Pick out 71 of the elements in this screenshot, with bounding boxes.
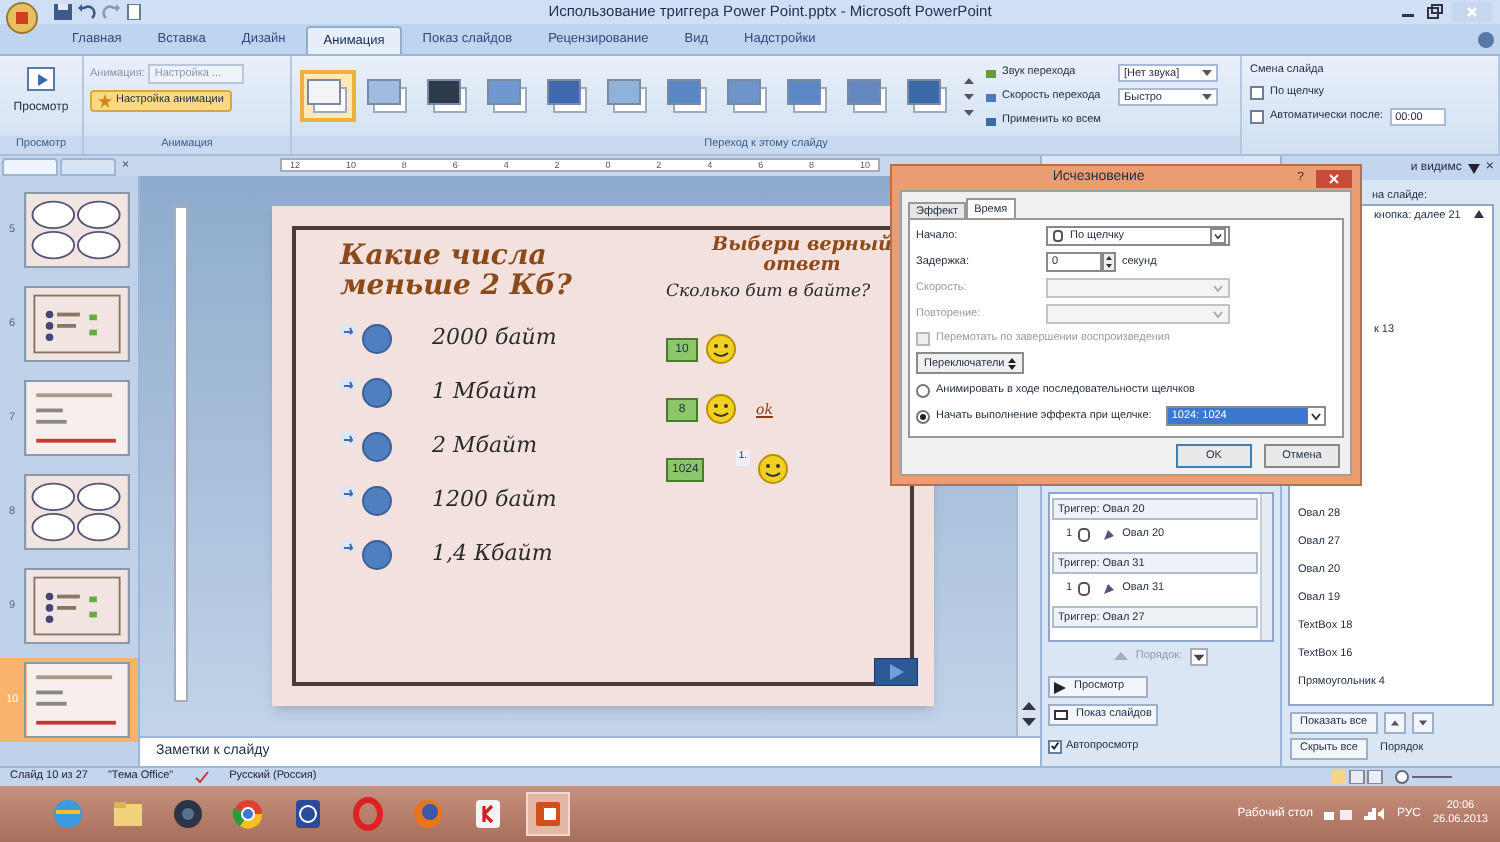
close-icon[interactable] <box>1316 169 1352 187</box>
browser-icon[interactable] <box>408 794 448 834</box>
scroll-up-icon[interactable] <box>964 75 974 85</box>
mouse-icon <box>1078 581 1091 595</box>
trigger-icon <box>340 540 356 552</box>
trigger-icon <box>340 432 356 444</box>
scroll-up-icon[interactable] <box>1474 210 1484 219</box>
smiley-icon <box>706 334 736 365</box>
mouse-icon <box>1052 230 1064 242</box>
question-text: Сколько бит в байте? <box>666 280 873 306</box>
undo-icon[interactable] <box>78 4 96 20</box>
view-buttons-drawing[interactable] <box>1332 770 1452 784</box>
caret-icon <box>1202 67 1212 77</box>
mouse-icon <box>1078 527 1091 541</box>
caret-icon <box>1202 91 1212 101</box>
save-icon[interactable] <box>54 4 72 20</box>
trigger-icon <box>340 486 356 498</box>
media-player-icon[interactable] <box>168 794 208 834</box>
list-scrollbar[interactable] <box>1260 494 1272 640</box>
effect-icon <box>1102 527 1117 541</box>
scroll-down-icon[interactable] <box>964 91 974 101</box>
transition-thumbnail[interactable] <box>300 70 356 122</box>
next-slide-icon[interactable] <box>1022 716 1036 728</box>
slide-thumbnail[interactable] <box>24 286 130 362</box>
answer-option: 1200 байт <box>432 483 557 517</box>
smiley-icon <box>706 394 736 425</box>
screen-icon <box>1054 709 1068 721</box>
tray-icons-drawing[interactable] <box>1324 806 1385 822</box>
slide-thumbnail[interactable] <box>24 192 130 268</box>
slide-preview-icon <box>25 64 57 96</box>
slide-thumbnail[interactable] <box>24 568 130 644</box>
prompt-text: Выбери верный ответ <box>709 236 894 276</box>
document-icon[interactable] <box>126 4 142 20</box>
caret-icon <box>1307 408 1324 425</box>
smiley-icon <box>757 454 788 485</box>
answer-option: 2000 байт <box>432 321 557 355</box>
move-up-button[interactable] <box>1383 712 1406 734</box>
star-icon <box>98 94 112 108</box>
play-icon <box>1054 681 1066 693</box>
next-slide-button[interactable] <box>874 658 918 686</box>
move-down-icon[interactable] <box>1190 647 1209 665</box>
trigger-icon <box>340 378 356 390</box>
circle-button[interactable] <box>362 485 392 515</box>
slide-thumbnail[interactable] <box>24 380 130 456</box>
presentation-icon[interactable] <box>528 794 568 834</box>
circle-button[interactable] <box>362 377 392 407</box>
checkbox[interactable] <box>1048 739 1062 754</box>
spinner-icon[interactable] <box>1102 252 1116 272</box>
checkbox[interactable] <box>1250 109 1264 123</box>
radio-button[interactable] <box>916 409 930 424</box>
answer-option: 2 Мбайт <box>432 429 538 463</box>
question-title: Какие числа меньше 2 Кб? <box>340 242 574 302</box>
answer-option: 1 Мбайт <box>432 375 538 409</box>
checkbox[interactable] <box>1250 85 1264 100</box>
circle-button[interactable] <box>362 431 392 461</box>
circle-button[interactable] <box>362 323 392 353</box>
circle-button[interactable] <box>362 539 392 569</box>
effect-icon <box>1102 581 1117 595</box>
more-icon[interactable] <box>964 107 974 117</box>
slide-thumbnail[interactable] <box>24 662 130 738</box>
answer-option: 1,4 Кбайт <box>432 537 553 571</box>
trigger-icon <box>340 324 356 336</box>
browser-icon[interactable] <box>228 794 268 834</box>
slide-thumbnail[interactable] <box>24 474 130 550</box>
radio-button[interactable] <box>916 383 930 398</box>
spellcheck-icon[interactable] <box>193 770 210 784</box>
move-down-button[interactable] <box>1411 712 1434 734</box>
restore-icon[interactable] <box>1424 4 1444 20</box>
dropdown-icon[interactable] <box>1467 163 1480 173</box>
previous-slide-icon[interactable] <box>1022 700 1036 712</box>
caret-icon <box>1210 228 1226 244</box>
